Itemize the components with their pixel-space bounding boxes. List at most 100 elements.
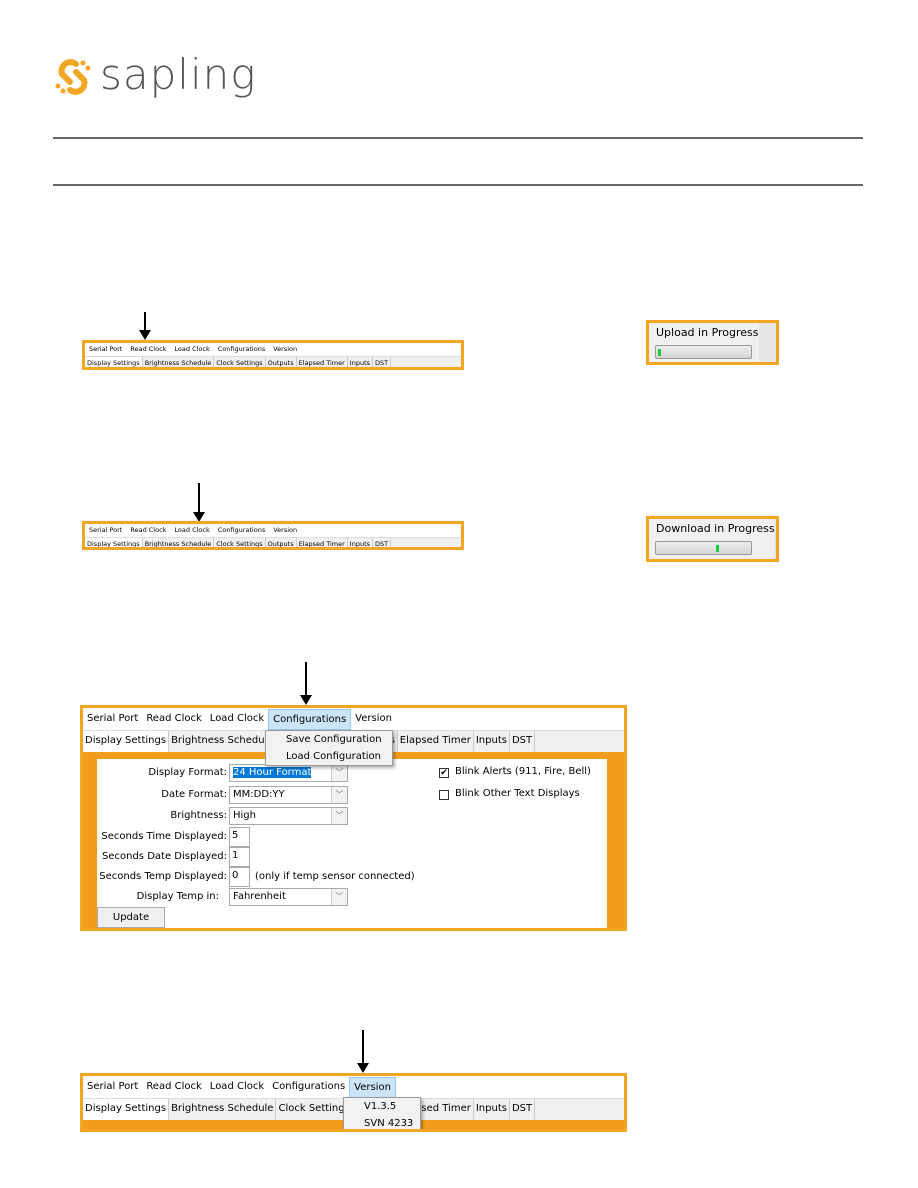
upload-title: Upload in Progress	[656, 326, 759, 339]
tab-dst[interactable]: DST	[510, 731, 536, 752]
date-format-value: MM:DD:YY	[233, 789, 285, 800]
seconds-time-input[interactable]: 5	[229, 827, 250, 847]
load-configuration-item[interactable]: Load Configuration	[266, 748, 392, 765]
arrow-icon	[357, 1030, 369, 1073]
tab-display-settings[interactable]: Display Settings	[85, 538, 143, 547]
menu-load-clock[interactable]: Load Clock	[206, 709, 268, 730]
display-format-label: Display Format:	[148, 767, 227, 778]
chevron-down-icon[interactable]: ﹀	[331, 765, 347, 781]
divider	[53, 184, 863, 186]
download-progress-bar	[655, 541, 752, 555]
configurations-dropdown: Save Configuration Load Configuration	[265, 730, 393, 766]
menu-version[interactable]: Version	[349, 1077, 396, 1098]
tab-clock-settings[interactable]: Clock Settings	[214, 538, 266, 547]
menu-serial-port[interactable]: Serial Port	[83, 1077, 142, 1098]
divider	[53, 137, 863, 139]
menu-bar: Serial Port Read Clock Load Clock Configura…	[85, 343, 461, 356]
menu-bar: Serial Port Read Clock Load Clock Configura…	[83, 708, 624, 730]
chevron-down-icon[interactable]: ﹀	[331, 808, 347, 824]
upload-progress-dialog: Upload in Progress	[646, 320, 779, 365]
update-clock-button[interactable]: Update Clock	[97, 907, 165, 928]
progress-fill	[657, 349, 661, 356]
menu-bar: Serial Port Read Clock Load Clock Configura…	[85, 524, 461, 537]
menu-read-clock[interactable]: Read Clock	[126, 524, 170, 537]
version-dropdown: V1.3.5 SVN 4233	[343, 1097, 421, 1129]
display-settings-panel: Display Format: 24 Hour Format ﹀ Date For…	[97, 759, 607, 928]
chevron-down-icon[interactable]: ﹀	[331, 787, 347, 803]
date-format-label: Date Format:	[161, 789, 227, 800]
temp-unit-label: Display Temp in:	[136, 891, 219, 902]
tab-display-settings[interactable]: Display Settings	[83, 1099, 170, 1120]
screenshot-read-clock: Serial Port Read Clock Load Clock Configura…	[82, 340, 464, 370]
brand-logo-text: sapling	[100, 50, 257, 99]
menu-configurations[interactable]: Configurations	[214, 524, 269, 537]
tab-display-settings[interactable]: Display Settings	[85, 357, 143, 367]
seconds-time-label: Seconds Time Displayed:	[101, 831, 227, 842]
arrow-icon	[139, 312, 151, 340]
save-configuration-item[interactable]: Save Configuration	[266, 731, 392, 748]
screenshot-version: Serial Port Read Clock Load Clock Configura…	[80, 1073, 627, 1132]
date-format-select[interactable]: MM:DD:YY ﹀	[229, 786, 348, 804]
menu-read-clock[interactable]: Read Clock	[126, 343, 170, 356]
menu-serial-port[interactable]: Serial Port	[85, 524, 126, 537]
tab-brightness-schedule[interactable]: Brightness Schedule	[169, 1099, 277, 1120]
brightness-label: Brightness:	[170, 810, 227, 821]
tab-elapsed-timer[interactable]: Elapsed Timer	[297, 538, 348, 547]
tab-clock-settings[interactable]: Clock Settings	[214, 357, 266, 367]
brightness-select[interactable]: High ﹀	[229, 807, 348, 825]
seconds-temp-note: (only if temp sensor connected)	[255, 871, 415, 882]
tab-inputs[interactable]: Inputs	[474, 731, 510, 752]
screenshot-load-clock: Serial Port Read Clock Load Clock Configura…	[82, 521, 464, 550]
tab-display-settings[interactable]: Display Settings	[83, 731, 170, 752]
menu-version[interactable]: Version	[351, 709, 396, 730]
menu-configurations[interactable]: Configurations	[268, 1077, 349, 1098]
tab-dst[interactable]: DST	[373, 357, 392, 367]
arrow-icon	[300, 662, 312, 705]
menu-serial-port[interactable]: Serial Port	[83, 709, 142, 730]
version-number-item: V1.3.5	[364, 1101, 397, 1112]
sapling-logo-icon	[55, 59, 91, 95]
brightness-value: High	[233, 810, 256, 821]
tab-inputs[interactable]: Inputs	[474, 1099, 510, 1120]
tab-inputs[interactable]: Inputs	[348, 538, 374, 547]
chevron-down-icon[interactable]: ﹀	[331, 889, 347, 905]
tab-elapsed-timer[interactable]: Elapsed Timer	[297, 357, 348, 367]
menu-configurations[interactable]: Configurations	[268, 709, 352, 730]
seconds-date-input[interactable]: 1	[229, 847, 250, 867]
tab-bar: Display SettingsBrightness ScheduleClock…	[85, 537, 461, 547]
tab-brightness-schedule[interactable]: Brightness Schedule	[143, 538, 215, 547]
menu-load-clock[interactable]: Load Clock	[170, 524, 213, 537]
seconds-temp-input[interactable]: 0	[229, 867, 250, 887]
blink-alerts-checkbox[interactable]: ✔	[439, 768, 449, 778]
menu-load-clock[interactable]: Load Clock	[170, 343, 213, 356]
progress-fill	[715, 545, 719, 552]
blink-other-label: Blink Other Text Displays	[455, 788, 580, 799]
tab-outputs[interactable]: Outputs	[266, 538, 297, 547]
tab-brightness-schedule[interactable]: Brightness Schedule	[169, 731, 277, 752]
upload-progress-bar	[655, 345, 752, 359]
arrow-icon	[193, 483, 205, 522]
tab-dst[interactable]: DST	[510, 1099, 536, 1120]
download-title: Download in Progress	[656, 522, 775, 535]
screenshot-configurations: Serial Port Read Clock Load Clock Configura…	[80, 705, 627, 931]
temp-unit-value: Fahrenheit	[233, 891, 286, 902]
tab-inputs[interactable]: Inputs	[348, 357, 374, 367]
menu-load-clock[interactable]: Load Clock	[206, 1077, 268, 1098]
seconds-date-label: Seconds Date Displayed:	[102, 851, 227, 862]
temp-unit-select[interactable]: Fahrenheit ﹀	[229, 888, 348, 906]
menu-version[interactable]: Version	[269, 524, 301, 537]
tab-dst[interactable]: DST	[373, 538, 392, 547]
menu-read-clock[interactable]: Read Clock	[142, 709, 205, 730]
display-format-select[interactable]: 24 Hour Format ﹀	[229, 764, 348, 782]
tab-elapsed-timer[interactable]: Elapsed Timer	[398, 731, 474, 752]
menu-read-clock[interactable]: Read Clock	[142, 1077, 205, 1098]
tab-brightness-schedule[interactable]: Brightness Schedule	[143, 357, 215, 367]
download-progress-dialog: Download in Progress	[646, 516, 779, 562]
menu-serial-port[interactable]: Serial Port	[85, 343, 126, 356]
tab-clock-settings[interactable]: Clock Settings	[276, 1099, 353, 1120]
blink-other-checkbox[interactable]	[439, 790, 449, 800]
menu-version[interactable]: Version	[269, 343, 301, 356]
blink-alerts-label: Blink Alerts (911, Fire, Bell)	[455, 766, 591, 777]
tab-outputs[interactable]: Outputs	[266, 357, 297, 367]
menu-configurations[interactable]: Configurations	[214, 343, 269, 356]
